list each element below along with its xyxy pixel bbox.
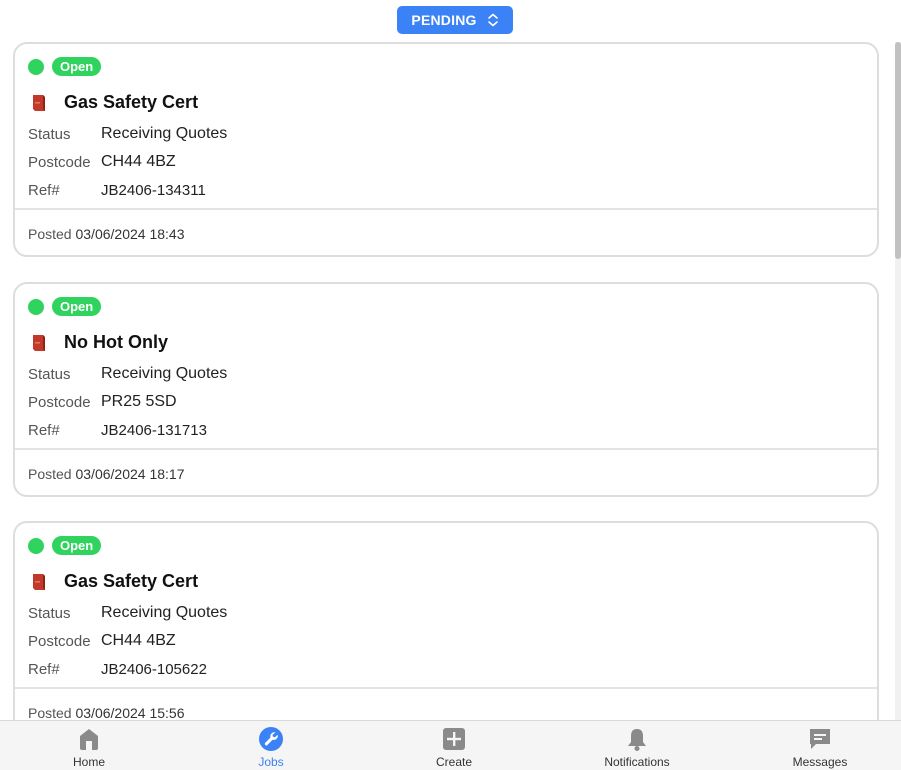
nav-jobs-label: Jobs bbox=[258, 755, 284, 769]
ref-row: Ref# JB2406-105622 bbox=[28, 655, 227, 683]
status-value: Receiving Quotes bbox=[101, 125, 228, 142]
nav-jobs[interactable]: Jobs bbox=[211, 721, 331, 770]
posted-info: Posted 03/06/2024 15:56 bbox=[28, 705, 184, 721]
postcode-label: Postcode bbox=[28, 393, 91, 411]
postcode-value: PR25 5SD bbox=[101, 393, 177, 410]
posted-date: 03/06/2024 15:56 bbox=[75, 705, 185, 721]
message-icon bbox=[810, 729, 830, 749]
status-dot bbox=[28, 58, 44, 75]
scrollbar[interactable] bbox=[895, 42, 901, 720]
status-filter-button[interactable]: PENDING bbox=[397, 6, 513, 34]
postcode-row: Postcode PR25 5SD bbox=[28, 388, 227, 416]
nav-create-label: Create bbox=[435, 755, 473, 769]
bell-icon bbox=[628, 729, 646, 751]
postcode-row: Postcode CH44 4BZ bbox=[28, 148, 227, 176]
nav-home-label: Home bbox=[72, 755, 105, 769]
postcode-value: CH44 4BZ bbox=[101, 153, 176, 170]
card-divider bbox=[15, 687, 877, 689]
nav-create[interactable]: Create bbox=[394, 721, 514, 770]
card-divider bbox=[15, 208, 877, 210]
postcode-label: Postcode bbox=[28, 632, 91, 650]
ref-row: Ref# JB2406-131713 bbox=[28, 416, 227, 444]
status-label: Status bbox=[28, 604, 71, 622]
home-icon bbox=[80, 729, 98, 750]
ref-value: JB2406-105622 bbox=[101, 660, 207, 678]
ref-label: Ref# bbox=[28, 181, 60, 199]
bottom-nav: Home Jobs Create Notifications Messages bbox=[0, 720, 901, 770]
boiler-icon bbox=[33, 573, 45, 590]
status-badge: Open bbox=[52, 536, 102, 555]
status-badge: Open bbox=[52, 297, 102, 316]
jobs-screen: PENDING Open Gas Safety Cert Status Rece… bbox=[0, 0, 901, 770]
job-title: No Hot Only bbox=[64, 332, 168, 352]
posted-date: 03/06/2024 18:17 bbox=[75, 466, 185, 482]
ref-label: Ref# bbox=[28, 660, 60, 678]
posted-label: Posted bbox=[28, 226, 72, 242]
postcode-row: Postcode CH44 4BZ bbox=[28, 627, 227, 655]
status-value: Receiving Quotes bbox=[101, 604, 228, 621]
boiler-icon bbox=[33, 334, 45, 351]
job-card[interactable]: Open Gas Safety Cert Status Receiving Qu… bbox=[13, 42, 879, 257]
postcode-value: CH44 4BZ bbox=[101, 632, 176, 649]
posted-label: Posted bbox=[28, 705, 72, 721]
scrollbar-thumb[interactable] bbox=[895, 42, 901, 259]
posted-label: Posted bbox=[28, 466, 72, 482]
ref-value: JB2406-131713 bbox=[101, 421, 207, 439]
status-dot bbox=[28, 298, 44, 315]
ref-label: Ref# bbox=[28, 421, 60, 439]
chevron-up-down-icon bbox=[487, 13, 498, 27]
posted-date: 03/06/2024 18:43 bbox=[75, 226, 185, 242]
nav-home[interactable]: Home bbox=[29, 721, 149, 770]
nav-notifications[interactable]: Notifications bbox=[577, 721, 697, 770]
ref-row: Ref# JB2406-134311 bbox=[28, 176, 227, 204]
job-card[interactable]: Open Gas Safety Cert Status Receiving Qu… bbox=[13, 521, 879, 736]
status-filter-label: PENDING bbox=[411, 12, 477, 28]
posted-info: Posted 03/06/2024 18:43 bbox=[28, 226, 184, 242]
nav-messages[interactable]: Messages bbox=[760, 721, 880, 770]
nav-notifications-label: Notifications bbox=[604, 755, 670, 769]
status-value: Receiving Quotes bbox=[101, 365, 228, 382]
job-card[interactable]: Open No Hot Only Status Receiving Quotes… bbox=[13, 282, 879, 497]
status-row: Status Receiving Quotes bbox=[28, 599, 227, 627]
status-row: Status Receiving Quotes bbox=[28, 120, 227, 148]
wrench-icon bbox=[259, 727, 283, 751]
boiler-icon bbox=[33, 94, 45, 111]
card-divider bbox=[15, 448, 877, 450]
status-badge: Open bbox=[52, 57, 102, 76]
status-row: Status Receiving Quotes bbox=[28, 360, 227, 388]
posted-info: Posted 03/06/2024 18:17 bbox=[28, 466, 184, 482]
status-dot bbox=[28, 537, 44, 554]
job-title: Gas Safety Cert bbox=[64, 92, 199, 112]
status-label: Status bbox=[28, 125, 71, 143]
ref-value: JB2406-134311 bbox=[101, 181, 206, 199]
job-title: Gas Safety Cert bbox=[64, 571, 199, 591]
status-label: Status bbox=[28, 365, 71, 383]
plus-icon bbox=[443, 728, 465, 750]
nav-messages-label: Messages bbox=[792, 755, 848, 769]
postcode-label: Postcode bbox=[28, 153, 91, 171]
